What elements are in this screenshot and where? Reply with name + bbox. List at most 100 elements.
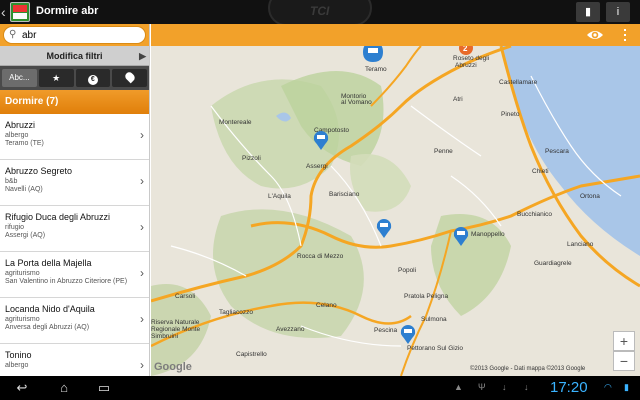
usb-icon: Ψ (478, 382, 486, 392)
town-label: Pizzoli (242, 155, 261, 162)
item-type: agriturismo (5, 270, 40, 277)
town-label: Carsoli (175, 293, 195, 300)
search-box[interactable]: ⚲ (3, 26, 146, 44)
app-window: ‹ Dormire abr TCI ▮ i ⚲ Modifica filtri … (0, 0, 640, 400)
page-title: Dormire abr (36, 5, 99, 17)
town-label: Avezzano (276, 326, 305, 333)
item-location: San Valentino in Abruzzo Citeriore (PE) (5, 278, 128, 285)
info-button[interactable]: i (606, 2, 630, 22)
park-area (213, 209, 364, 338)
results-panel: ⚲ Modifica filtri ▶ Abc... ★ € Dormire (… (0, 24, 150, 376)
recents-nav-icon[interactable]: ▭ (92, 380, 116, 396)
town-label: Sulmona (421, 316, 447, 323)
town-label: Chieti (532, 168, 549, 175)
town-label: Abruzzi (455, 62, 477, 69)
town-label: Capistrello (236, 351, 267, 358)
town-label: Pettorano Sul Gizio (407, 345, 463, 352)
download-icon: ↓ (502, 382, 507, 392)
list-item[interactable]: Abruzzi albergo Teramo (TE) › (0, 114, 149, 160)
book-button[interactable]: ▮ (576, 2, 600, 22)
brand-logo: TCI (268, 0, 372, 26)
search-bar: ⚲ (0, 24, 149, 46)
town-label: Pineto (501, 111, 520, 118)
item-name: Rifugio Duca degli Abruzzi (5, 212, 111, 222)
town-label: Teramo (365, 66, 387, 73)
list-header: Dormire (7) (0, 90, 149, 114)
town-label: L'Aquila (268, 193, 291, 200)
item-location: Teramo (TE) (5, 140, 44, 147)
town-label: Celano (316, 302, 337, 309)
item-type: albergo (5, 362, 29, 369)
wifi-icon: ◠ (604, 382, 612, 392)
modify-filters-button[interactable]: Modifica filtri ▶ (0, 46, 149, 66)
hotel-marker[interactable] (400, 325, 416, 344)
map-view[interactable]: Teramo Roseto degli Abruzzi Montorio al … (151, 46, 640, 376)
back-nav-icon[interactable]: ↩ (10, 380, 34, 396)
chevron-right-icon: › (140, 174, 144, 188)
town-label: Tagliacozzo (219, 309, 253, 316)
map-toolbar (151, 24, 640, 46)
list-item[interactable]: Tonino albergo › (0, 344, 149, 376)
action-bar: ‹ Dormire abr TCI ▮ i (0, 0, 640, 26)
town-label: Simbruini (151, 333, 178, 340)
chevron-right-icon: › (140, 312, 144, 326)
sea-area (501, 46, 640, 256)
hotel-marker[interactable] (363, 46, 383, 62)
item-type: b&b (5, 178, 18, 185)
clock: 17:20 (550, 379, 588, 396)
town-label: Pratola Peligna (404, 293, 448, 300)
item-type: rifugio (5, 224, 25, 231)
download-icon: ↓ (524, 382, 529, 392)
battery-icon: ▮ (624, 382, 629, 392)
map-attribution: ©2013 Google - Dati mappa ©2013 Google (470, 366, 586, 372)
chevron-right-icon: › (140, 358, 144, 372)
tab-location[interactable] (112, 69, 147, 87)
town-label: Rocca di Mezzo (297, 253, 344, 260)
zoom-out-button[interactable]: − (613, 351, 635, 371)
overflow-menu-icon[interactable] (622, 28, 628, 42)
item-location: Anversa degli Abruzzi (AQ) (5, 324, 90, 331)
list-item[interactable]: Locanda Nido d'Aquila agriturismo Anvers… (0, 298, 149, 344)
town-label: Assergi (306, 163, 328, 170)
app-logo[interactable] (10, 2, 30, 22)
town-label: Guardiagrele (534, 260, 572, 267)
item-type: agriturismo (5, 316, 40, 323)
town-label: Pescara (545, 148, 569, 155)
town-label: Montereale (219, 119, 252, 126)
item-name: Abruzzo Segreto (5, 166, 73, 176)
town-label: Penne (434, 148, 453, 155)
town-label: Riserva Naturale (151, 319, 200, 326)
item-type: albergo (5, 132, 29, 139)
location-icon (123, 70, 136, 84)
list-item[interactable]: Rifugio Duca degli Abruzzi rifugio Asser… (0, 206, 149, 252)
home-nav-icon[interactable]: ⌂ (52, 380, 76, 396)
eye-icon[interactable] (586, 28, 604, 42)
town-label: Manoppello (471, 231, 505, 238)
search-icon: ⚲ (9, 29, 17, 40)
chevron-right-icon: › (140, 266, 144, 280)
item-name: Abruzzi (5, 120, 36, 130)
town-label: Barisciano (329, 191, 360, 198)
hotel-marker[interactable] (376, 219, 392, 238)
town-label: Pescina (374, 327, 398, 334)
item-location: Assergi (AQ) (5, 232, 46, 239)
star-icon: ★ (52, 73, 61, 83)
town-label: Ortona (580, 193, 600, 200)
town-label: Roseto degli (453, 55, 489, 62)
tab-price[interactable]: € (75, 69, 111, 87)
list-item[interactable]: Abruzzo Segreto b&b Navelli (AQ) › (0, 160, 149, 206)
town-label: Castellamare (499, 79, 538, 86)
google-logo: Google (154, 361, 192, 373)
sort-tabs: Abc... ★ € (0, 66, 149, 90)
zoom-in-button[interactable]: + (613, 331, 635, 351)
search-input[interactable] (22, 28, 142, 42)
tab-alphabetical[interactable]: Abc... (2, 69, 37, 87)
chevron-right-icon: › (140, 128, 144, 142)
item-name: Locanda Nido d'Aquila (5, 304, 95, 314)
tab-star[interactable]: ★ (38, 69, 74, 87)
town-label: al Vomano (341, 99, 372, 106)
info-icon: i (616, 6, 620, 18)
list-item[interactable]: La Porta della Majella agriturismo San V… (0, 252, 149, 298)
euro-icon: € (87, 75, 98, 85)
book-icon: ▮ (584, 6, 592, 18)
